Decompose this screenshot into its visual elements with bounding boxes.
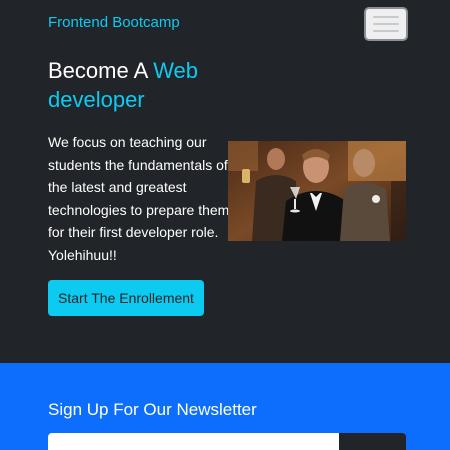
navbar-toggle-button[interactable] — [364, 7, 408, 41]
newsletter-submit-button[interactable] — [339, 433, 406, 450]
navbar: Frontend Bootcamp — [0, 0, 450, 48]
hamburger-menu-icon — [373, 14, 399, 34]
hero-image — [228, 141, 406, 241]
newsletter-email-input[interactable] — [48, 433, 339, 450]
start-enrollment-button[interactable]: Start The Enrollement — [48, 280, 204, 316]
navbar-brand[interactable]: Frontend Bootcamp — [48, 14, 180, 31]
newsletter-section: Sign Up For Our Newsletter — [0, 363, 450, 450]
hero-description: We focus on teaching our students the fu… — [48, 134, 230, 263]
hero-title: Become A Web developer — [48, 56, 268, 114]
newsletter-title: Sign Up For Our Newsletter — [48, 400, 257, 419]
hero-title-plain: Become A — [48, 58, 154, 83]
